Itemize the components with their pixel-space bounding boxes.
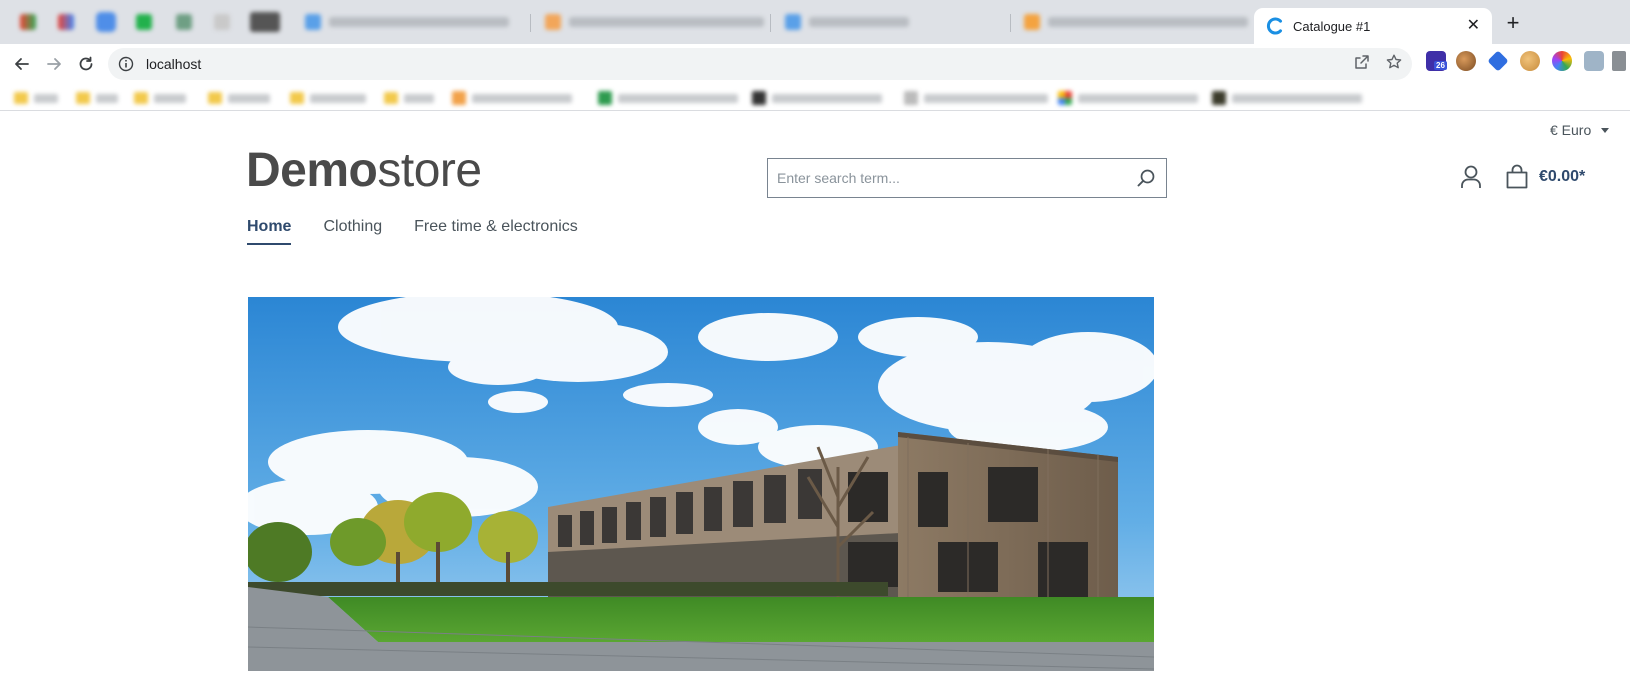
back-button[interactable] xyxy=(10,52,34,76)
tab-active[interactable]: Catalogue #1 ✕ xyxy=(1254,8,1492,44)
tab-blurred[interactable] xyxy=(250,10,280,34)
bookmark-item[interactable] xyxy=(208,90,270,106)
bookmark-item[interactable] xyxy=(1212,90,1362,106)
tab-blurred[interactable] xyxy=(305,10,509,34)
lawn xyxy=(328,597,1154,642)
extension-graduation-icon[interactable]: 26 xyxy=(1426,51,1447,71)
store-page: € Euro Demostore €0.00* Home Clothing Fr… xyxy=(0,112,1630,681)
tab-blurred[interactable] xyxy=(1024,10,1248,34)
search-form xyxy=(767,158,1167,198)
arrow-right-icon xyxy=(47,58,61,70)
hedge xyxy=(248,582,888,596)
tab-blurred[interactable] xyxy=(96,10,116,34)
search-input[interactable] xyxy=(768,159,1126,197)
nav-item-clothing[interactable]: Clothing xyxy=(323,218,382,245)
bookmark-item[interactable] xyxy=(452,90,572,106)
bookmark-item[interactable] xyxy=(752,90,882,106)
info-icon[interactable] xyxy=(118,56,134,72)
tab-blurred[interactable] xyxy=(20,10,36,34)
tab-blurred[interactable] xyxy=(136,10,152,34)
nav-item-free-time-electronics[interactable]: Free time & electronics xyxy=(414,218,578,245)
search-icon xyxy=(1137,169,1155,187)
currency-label: € Euro xyxy=(1550,122,1592,138)
shopping-bag-icon xyxy=(1506,164,1528,189)
main-navigation: Home Clothing Free time & electronics xyxy=(247,218,578,245)
extension-color-picker-icon[interactable] xyxy=(1552,51,1572,71)
bookmark-item[interactable] xyxy=(904,90,1048,106)
bookmark-item[interactable] xyxy=(290,90,366,106)
tab-blurred[interactable] xyxy=(58,10,74,34)
nav-item-home[interactable]: Home xyxy=(247,218,292,245)
tab-separator xyxy=(1010,14,1011,32)
tab-separator xyxy=(530,14,531,32)
store-logo[interactable]: Demostore xyxy=(246,147,482,195)
search-button[interactable] xyxy=(1126,159,1166,197)
bookmark-item[interactable] xyxy=(1058,90,1198,106)
hero-banner-image[interactable] xyxy=(248,297,1154,671)
bookmark-item[interactable] xyxy=(134,90,186,106)
tab-separator xyxy=(770,14,771,32)
star-icon xyxy=(1386,54,1402,69)
cart-total: €0.00* xyxy=(1539,168,1586,185)
cart-button[interactable]: €0.00* xyxy=(1505,164,1585,190)
tab-blurred[interactable] xyxy=(214,10,230,34)
tab-blurred[interactable] xyxy=(545,10,764,34)
extension-overflow-icon[interactable] xyxy=(1612,51,1626,71)
catalogue-favicon-icon xyxy=(1266,17,1282,35)
currency-switcher[interactable]: € Euro xyxy=(1550,122,1610,138)
forward-button[interactable] xyxy=(42,52,66,76)
hero-illustration xyxy=(248,297,1154,671)
address-bar[interactable]: localhost xyxy=(108,48,1412,80)
tab-blurred[interactable] xyxy=(176,10,192,34)
bookmark-star-button[interactable] xyxy=(1384,52,1404,72)
logo-light: store xyxy=(377,144,482,197)
close-tab-icon[interactable]: ✕ xyxy=(1467,18,1480,34)
tab-blurred[interactable] xyxy=(785,10,909,34)
new-tab-button[interactable]: + xyxy=(1500,10,1526,36)
reload-button[interactable] xyxy=(74,52,98,76)
extension-cookie-alt-icon[interactable] xyxy=(1520,51,1540,71)
bookmark-item[interactable] xyxy=(14,90,58,106)
bookmarks-bar xyxy=(0,84,1630,111)
arrow-left-icon xyxy=(15,58,29,70)
caret-down-icon xyxy=(1601,127,1610,133)
bookmark-item[interactable] xyxy=(598,90,738,106)
tab-strip: Catalogue #1 ✕ + xyxy=(0,0,1630,44)
url-text: localhost xyxy=(146,56,202,72)
user-icon xyxy=(1461,165,1481,188)
bookmark-item[interactable] xyxy=(76,90,118,106)
account-button[interactable] xyxy=(1459,164,1483,190)
bookmark-item[interactable] xyxy=(384,90,434,106)
share-icon xyxy=(1355,55,1369,69)
extension-cookie-icon[interactable] xyxy=(1456,51,1476,71)
tab-title: Catalogue #1 xyxy=(1293,18,1371,34)
reload-icon xyxy=(79,56,93,71)
logo-bold: Demo xyxy=(246,144,378,197)
share-button[interactable] xyxy=(1352,52,1372,72)
extension-tool-icon[interactable] xyxy=(1584,51,1604,71)
browser-toolbar: localhost xyxy=(0,44,1630,84)
extension-badge: 26 xyxy=(1434,61,1447,70)
